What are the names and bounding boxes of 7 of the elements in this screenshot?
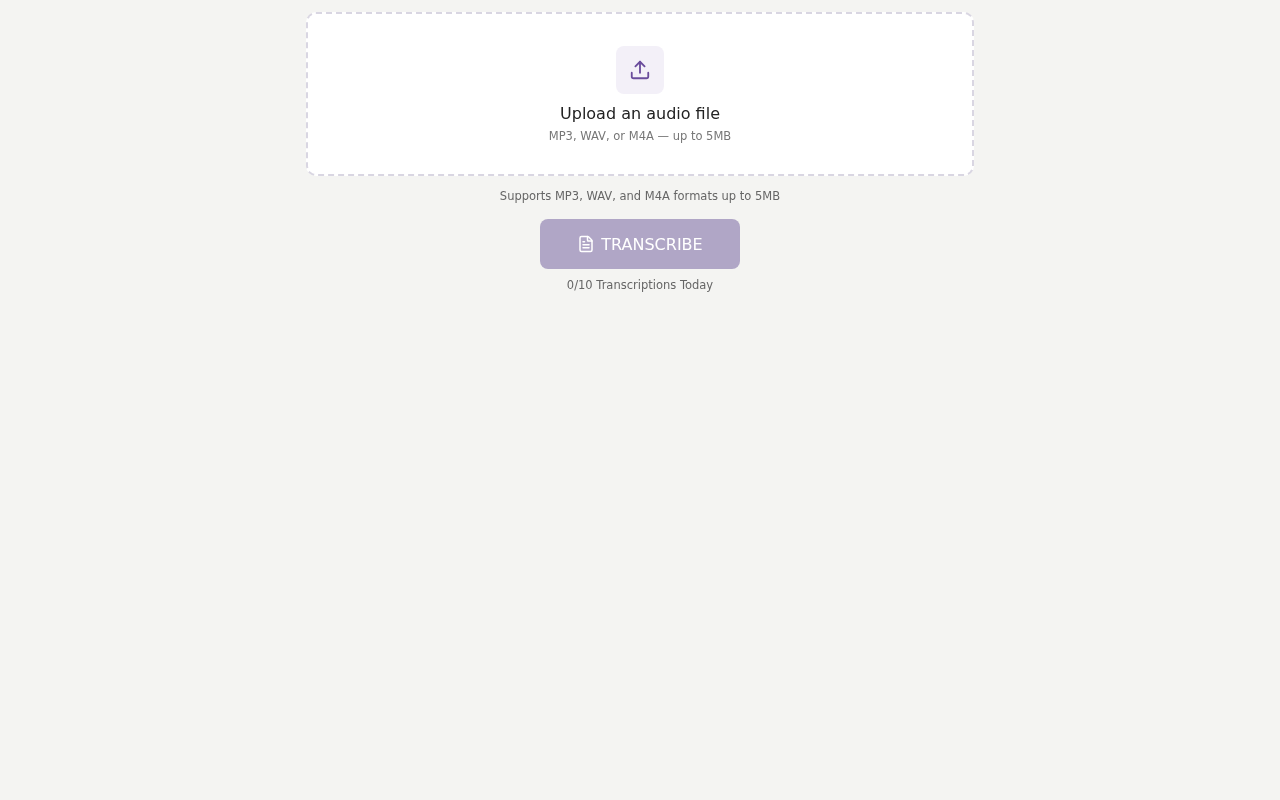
usage-counter: 0/10 Transcriptions Today: [566, 278, 714, 292]
upload-title: Upload an audio file: [560, 104, 720, 123]
document-icon: [577, 235, 596, 253]
formats-note: Supports MP3, WAV, and M4A formats up to 5MB: [499, 189, 781, 203]
upload-hint: MP3, WAV, or M4A — up to 5MB: [548, 129, 732, 143]
upload-icon: [616, 46, 664, 94]
upload-dropzone[interactable]: Upload an audio file MP3, WAV, or M4A — up to 5MB: [306, 12, 974, 176]
